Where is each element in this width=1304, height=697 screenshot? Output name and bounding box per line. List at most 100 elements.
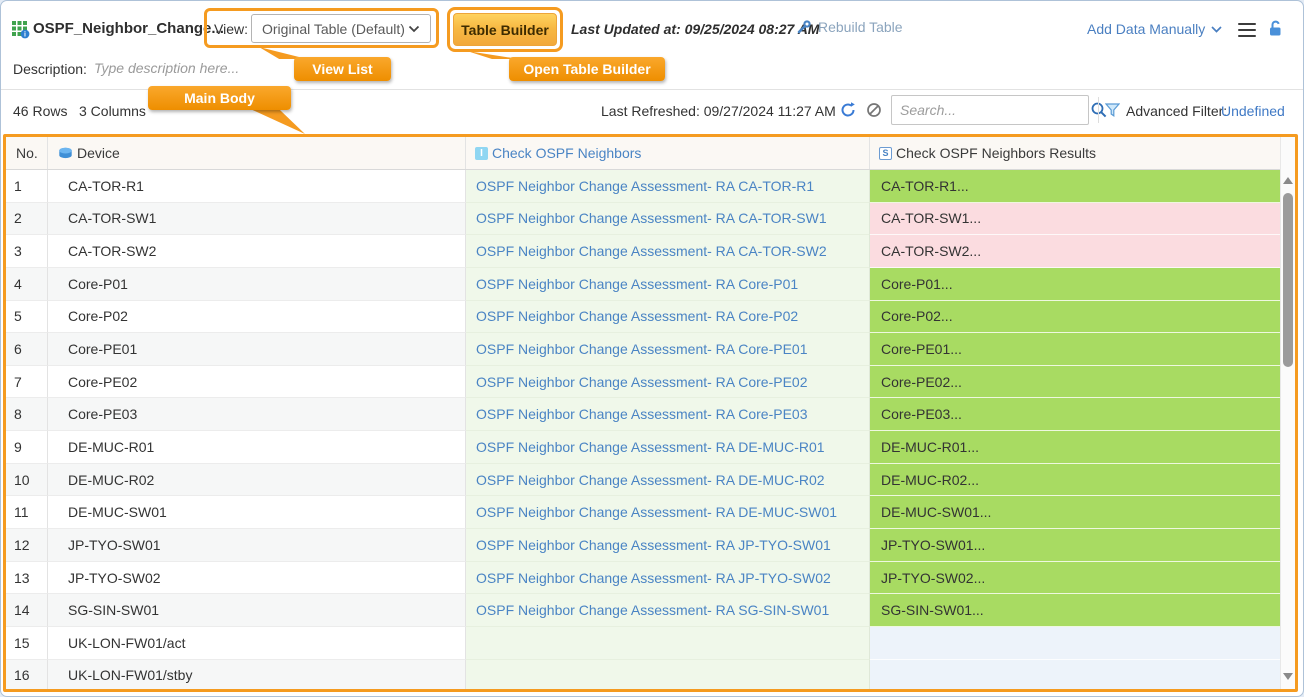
result-cell[interactable]: DE-MUC-SW01... <box>870 496 1280 529</box>
table-row: 2 CA-TOR-SW1 OSPF Neighbor Change Assess… <box>6 203 1280 236</box>
intent-link-cell[interactable]: OSPF Neighbor Change Assessment- RA CA-T… <box>466 235 870 268</box>
intent-link-cell[interactable] <box>466 660 870 692</box>
row-number-cell: 6 <box>6 333 48 366</box>
advanced-filter-value[interactable]: Undefined <box>1221 103 1285 119</box>
table-row: 6 Core-PE01 OSPF Neighbor Change Assessm… <box>6 333 1280 366</box>
table-builder-button[interactable]: Table Builder <box>453 13 557 46</box>
intent-link-cell[interactable]: OSPF Neighbor Change Assessment- RA Core… <box>466 301 870 334</box>
device-cell: CA-TOR-SW1 <box>48 203 466 236</box>
device-cell: CA-TOR-R1 <box>48 170 466 203</box>
result-cell[interactable]: Core-P01... <box>870 268 1280 301</box>
device-cell: JP-TYO-SW02 <box>48 562 466 595</box>
row-number-cell: 12 <box>6 529 48 562</box>
device-icon <box>58 147 73 160</box>
table-row: 3 CA-TOR-SW2 OSPF Neighbor Change Assess… <box>6 235 1280 268</box>
table-row: 1 CA-TOR-R1 OSPF Neighbor Change Assessm… <box>6 170 1280 203</box>
intent-link-cell[interactable]: OSPF Neighbor Change Assessment- RA CA-T… <box>466 203 870 236</box>
refresh-icon[interactable] <box>839 101 857 119</box>
table-row: 13 JP-TYO-SW02 OSPF Neighbor Change Asse… <box>6 562 1280 595</box>
intent-link-cell[interactable]: OSPF Neighbor Change Assessment- RA DE-M… <box>466 496 870 529</box>
result-cell[interactable]: SG-SIN-SW01... <box>870 594 1280 627</box>
table-row: 16 UK-LON-FW01/stby <box>6 660 1280 692</box>
device-cell: Core-PE01 <box>48 333 466 366</box>
table-row: 5 Core-P02 OSPF Neighbor Change Assessme… <box>6 301 1280 334</box>
result-cell[interactable]: DE-MUC-R02... <box>870 464 1280 497</box>
view-select[interactable]: Original Table (Default) <box>251 14 431 43</box>
row-number-cell: 14 <box>6 594 48 627</box>
filter-icon[interactable] <box>1105 103 1120 117</box>
intent-type-icon: I <box>475 147 488 160</box>
intent-link-cell[interactable]: OSPF Neighbor Change Assessment- RA DE-M… <box>466 431 870 464</box>
result-cell[interactable]: Core-PE02... <box>870 366 1280 399</box>
result-cell[interactable] <box>870 660 1280 692</box>
intent-link-cell[interactable]: OSPF Neighbor Change Assessment- RA Core… <box>466 366 870 399</box>
scroll-down-arrow[interactable] <box>1283 673 1293 680</box>
row-number-cell: 7 <box>6 366 48 399</box>
unlock-icon[interactable] <box>1267 19 1284 37</box>
table-body: 1 CA-TOR-R1 OSPF Neighbor Change Assessm… <box>6 170 1295 692</box>
intent-link-cell[interactable]: OSPF Neighbor Change Assessment- RA DE-M… <box>466 464 870 497</box>
device-cell: DE-MUC-R02 <box>48 464 466 497</box>
result-cell[interactable]: CA-TOR-SW2... <box>870 235 1280 268</box>
device-cell: UK-LON-FW01/stby <box>48 660 466 692</box>
device-cell: UK-LON-FW01/act <box>48 627 466 660</box>
description-label: Description: <box>13 61 87 77</box>
table-row: 4 Core-P01 OSPF Neighbor Change Assessme… <box>6 268 1280 301</box>
menu-icon[interactable] <box>1238 23 1256 40</box>
main-body-callout-pointer <box>241 107 305 134</box>
table-row: 7 Core-PE02 OSPF Neighbor Change Assessm… <box>6 366 1280 399</box>
row-number-cell: 13 <box>6 562 48 595</box>
row-number-cell: 10 <box>6 464 48 497</box>
result-cell[interactable]: CA-TOR-SW1... <box>870 203 1280 236</box>
result-cell[interactable]: Core-PE01... <box>870 333 1280 366</box>
advanced-filter-label: Advanced Filter: <box>1126 103 1227 119</box>
view-label: View: <box>214 21 248 37</box>
result-cell[interactable]: Core-P02... <box>870 301 1280 334</box>
rebuild-table-button[interactable]: Rebuild Table <box>796 19 903 35</box>
intent-link-cell[interactable]: OSPF Neighbor Change Assessment- RA SG-S… <box>466 594 870 627</box>
add-data-manually-button[interactable]: Add Data Manually <box>1087 21 1222 37</box>
scroll-up-arrow[interactable] <box>1283 177 1293 184</box>
last-refreshed-text: Last Refreshed: 09/27/2024 11:27 AM <box>601 103 836 119</box>
device-cell: JP-TYO-SW01 <box>48 529 466 562</box>
device-cell: CA-TOR-SW2 <box>48 235 466 268</box>
view-select-value: Original Table (Default) <box>262 21 408 37</box>
row-number-cell: 3 <box>6 235 48 268</box>
intent-link-cell[interactable]: OSPF Neighbor Change Assessment- RA CA-T… <box>466 170 870 203</box>
description-input[interactable] <box>94 55 454 81</box>
intent-link-cell[interactable]: OSPF Neighbor Change Assessment- RA JP-T… <box>466 529 870 562</box>
open-table-builder-callout: Open Table Builder <box>509 57 665 81</box>
column-header-check-ospf-neighbors-results[interactable]: S Check OSPF Neighbors Results <box>870 137 1280 169</box>
intent-link-cell[interactable] <box>466 627 870 660</box>
result-cell[interactable]: CA-TOR-R1... <box>870 170 1280 203</box>
row-number-cell: 1 <box>6 170 48 203</box>
search-input[interactable] <box>892 102 1090 118</box>
row-number-cell: 11 <box>6 496 48 529</box>
device-cell: DE-MUC-R01 <box>48 431 466 464</box>
column-header-device[interactable]: Device <box>48 137 466 169</box>
column-header-check-ospf-neighbors[interactable]: I Check OSPF Neighbors <box>466 137 870 169</box>
disable-auto-refresh-icon[interactable] <box>865 101 883 119</box>
scroll-thumb[interactable] <box>1283 193 1293 367</box>
intent-link-cell[interactable]: OSPF Neighbor Change Assessment- RA Core… <box>466 398 870 431</box>
add-data-manually-label: Add Data Manually <box>1087 21 1205 37</box>
search-box <box>891 95 1089 125</box>
result-cell[interactable] <box>870 627 1280 660</box>
column-header-no[interactable]: No. <box>6 137 48 169</box>
result-cell[interactable]: JP-TYO-SW02... <box>870 562 1280 595</box>
device-cell: Core-PE03 <box>48 398 466 431</box>
table-header-row: No. Device I Check OSPF Neighbors S Chec… <box>6 137 1295 170</box>
column-count: 3 Columns <box>79 103 146 119</box>
result-cell[interactable]: Core-PE03... <box>870 398 1280 431</box>
table-row: 8 Core-PE03 OSPF Neighbor Change Assessm… <box>6 398 1280 431</box>
intent-link-cell[interactable]: OSPF Neighbor Change Assessment- RA Core… <box>466 268 870 301</box>
wrench-icon <box>796 19 812 35</box>
row-number-cell: 2 <box>6 203 48 236</box>
row-number-cell: 5 <box>6 301 48 334</box>
result-cell[interactable]: DE-MUC-R01... <box>870 431 1280 464</box>
vertical-scrollbar[interactable] <box>1280 137 1295 689</box>
row-number-cell: 15 <box>6 627 48 660</box>
result-cell[interactable]: JP-TYO-SW01... <box>870 529 1280 562</box>
intent-link-cell[interactable]: OSPF Neighbor Change Assessment- RA JP-T… <box>466 562 870 595</box>
intent-link-cell[interactable]: OSPF Neighbor Change Assessment- RA Core… <box>466 333 870 366</box>
